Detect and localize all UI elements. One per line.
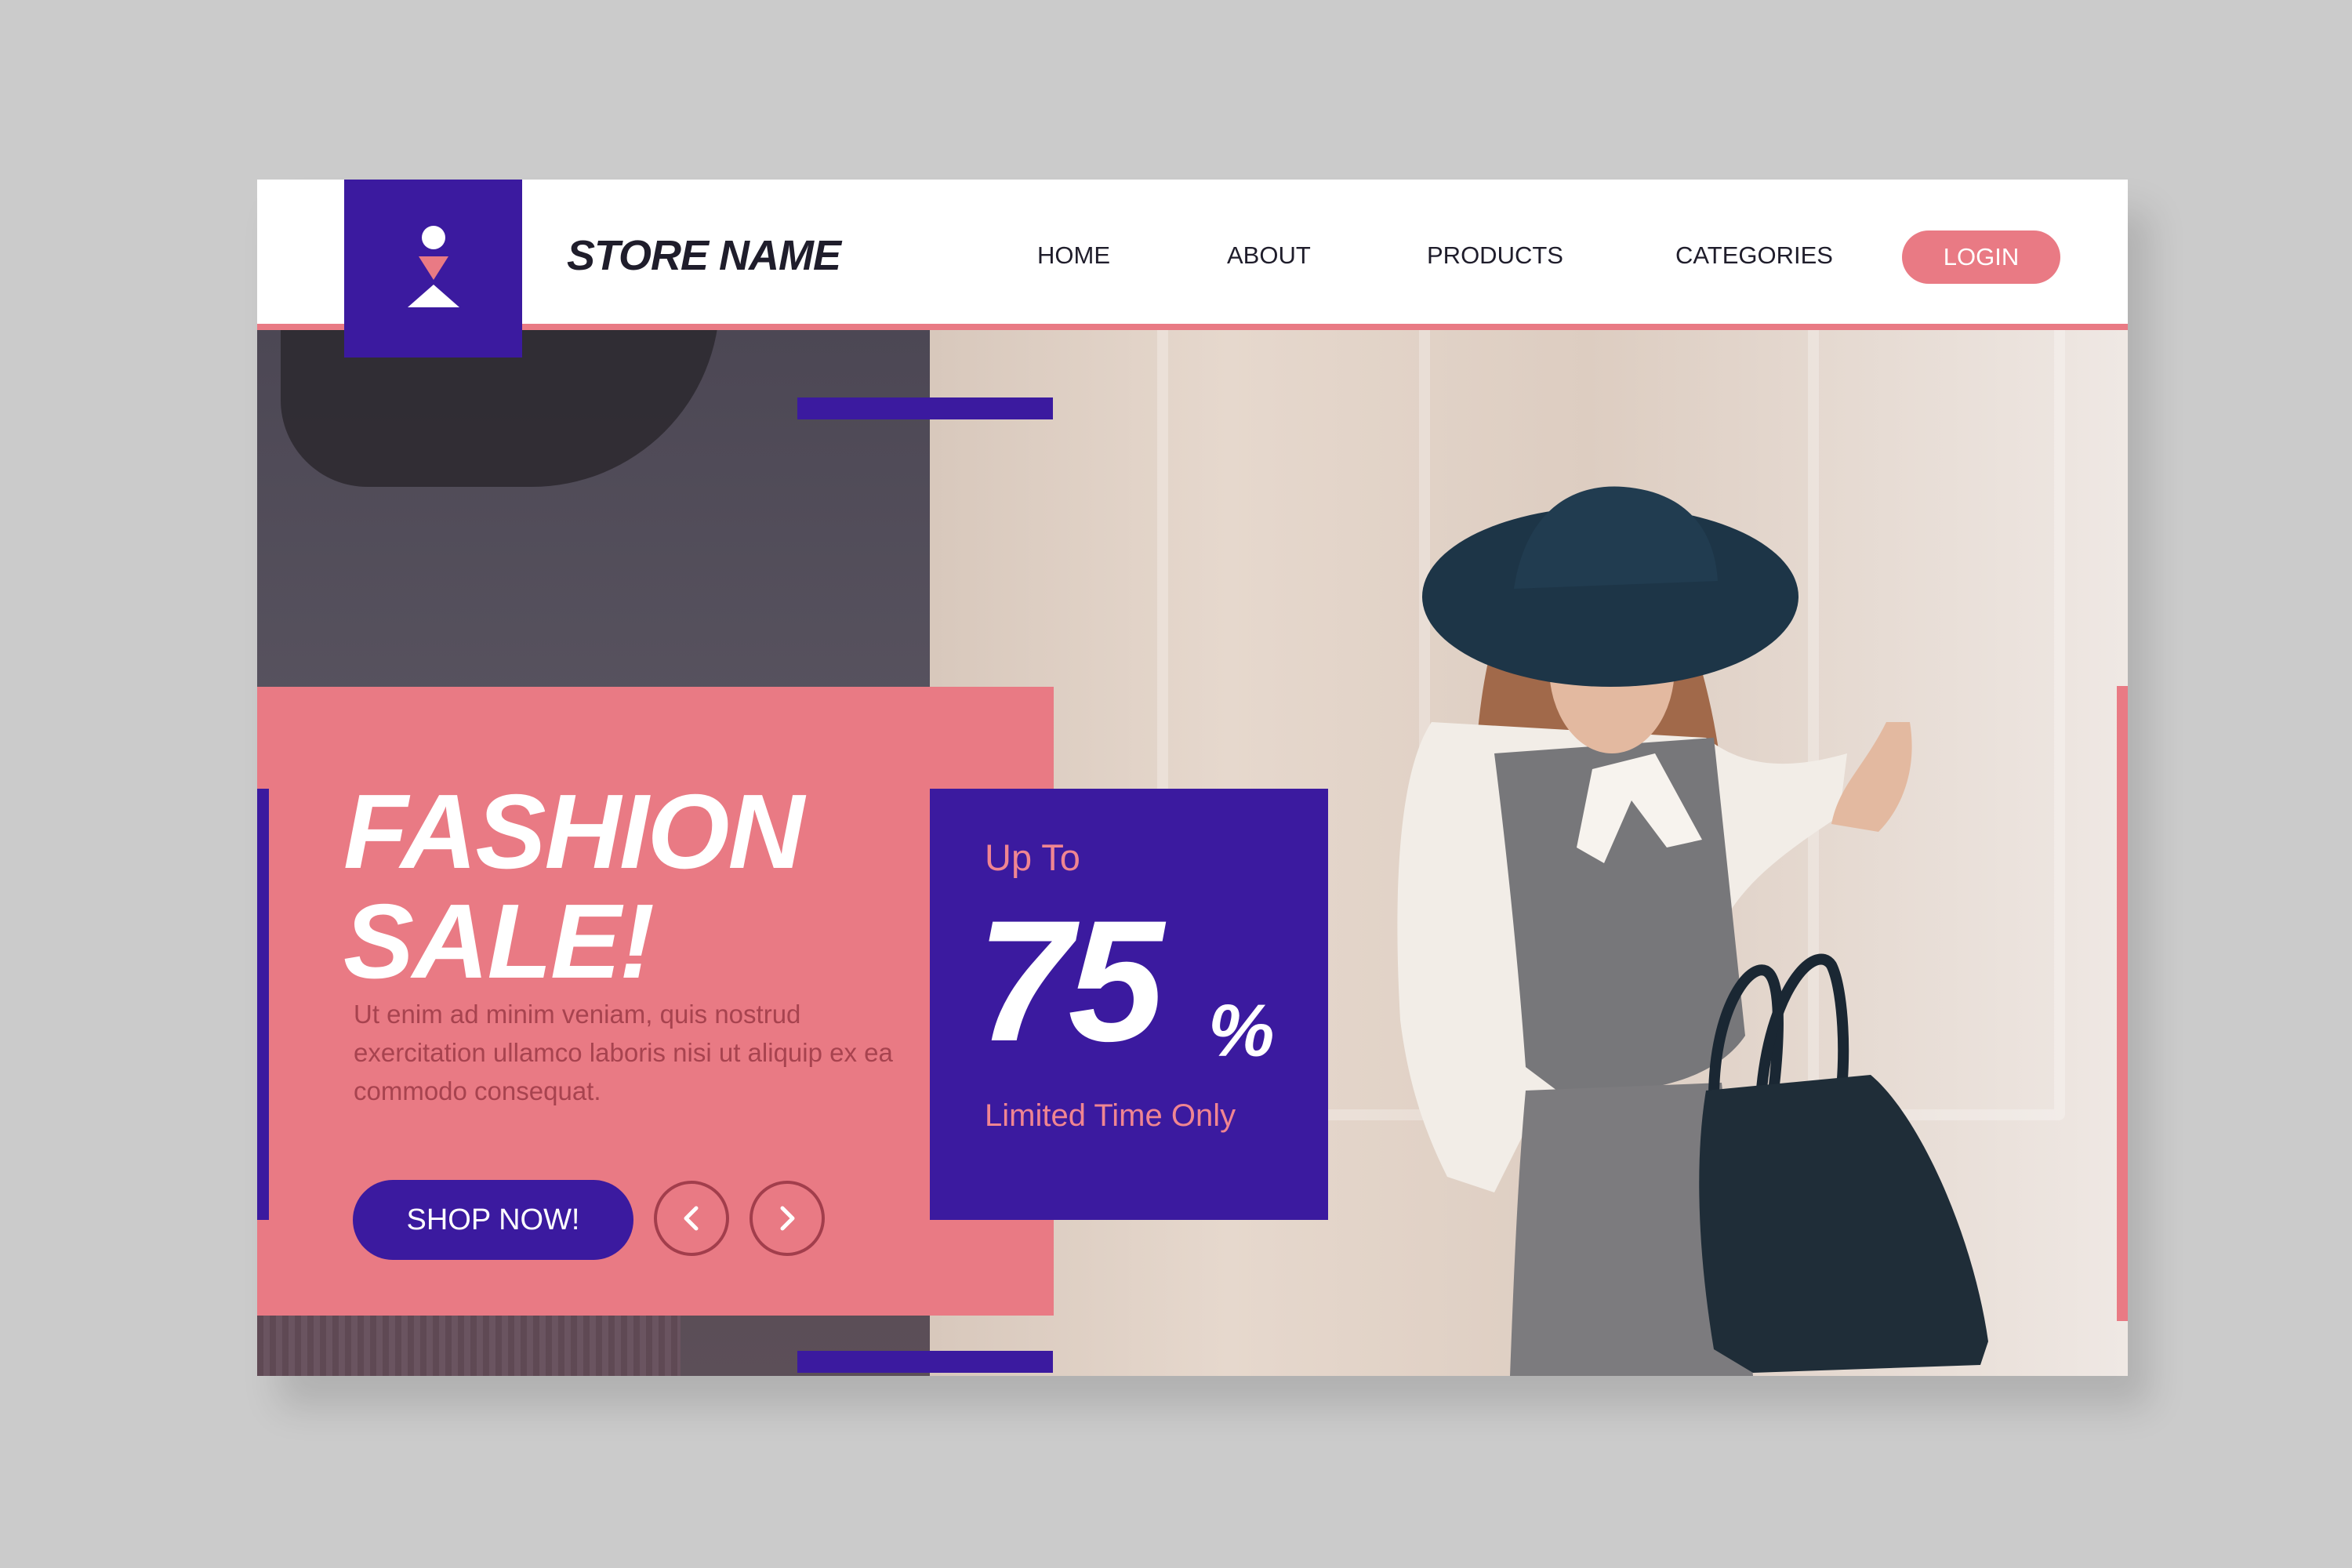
left-accent-bar (257, 789, 269, 1220)
store-logo[interactable] (344, 180, 522, 358)
discount-amount: 75 (977, 884, 1164, 1077)
hero-section: FASHION SALE! Ut enim ad minim veniam, q… (257, 299, 2128, 1376)
sale-headline: FASHION SALE! (343, 777, 892, 996)
decorative-bar-bottom (797, 1351, 1053, 1373)
previous-slide-button[interactable] (654, 1181, 729, 1256)
login-button[interactable]: LOGIN (1902, 230, 2060, 284)
discount-unit: % (1208, 989, 1275, 1073)
discount-prefix: Up To (985, 837, 1080, 878)
nav-about[interactable]: ABOUT (1227, 228, 1311, 283)
site-header: STORE NAME HOME ABOUT PRODUCTS CATEGORIE… (257, 180, 2128, 324)
logo-icon (408, 226, 459, 307)
right-accent-bar (2117, 686, 2128, 1321)
chevron-right-icon (780, 1206, 795, 1231)
header-divider (257, 324, 2128, 330)
next-slide-button[interactable] (750, 1181, 825, 1256)
nav-home[interactable]: HOME (1037, 228, 1110, 283)
sale-description: Ut enim ad minim veniam, quis nostrud ex… (354, 1000, 893, 1105)
chevron-left-icon (684, 1206, 699, 1231)
headline-line-2: SALE! (343, 882, 655, 1000)
headline-line-1: FASHION (343, 772, 804, 891)
landing-page-card: FASHION SALE! Ut enim ad minim veniam, q… (257, 180, 2128, 1376)
nav-categories[interactable]: CATEGORIES (1675, 228, 1833, 283)
discount-badge: Up To 75 % Limited Time Only (930, 789, 1328, 1220)
store-name: STORE NAME (567, 232, 841, 279)
discount-tagline: Limited Time Only (985, 1098, 1236, 1133)
decorative-bar-top (797, 397, 1053, 419)
nav-products[interactable]: PRODUCTS (1427, 228, 1563, 283)
shop-now-button[interactable]: SHOP NOW! (353, 1180, 633, 1260)
